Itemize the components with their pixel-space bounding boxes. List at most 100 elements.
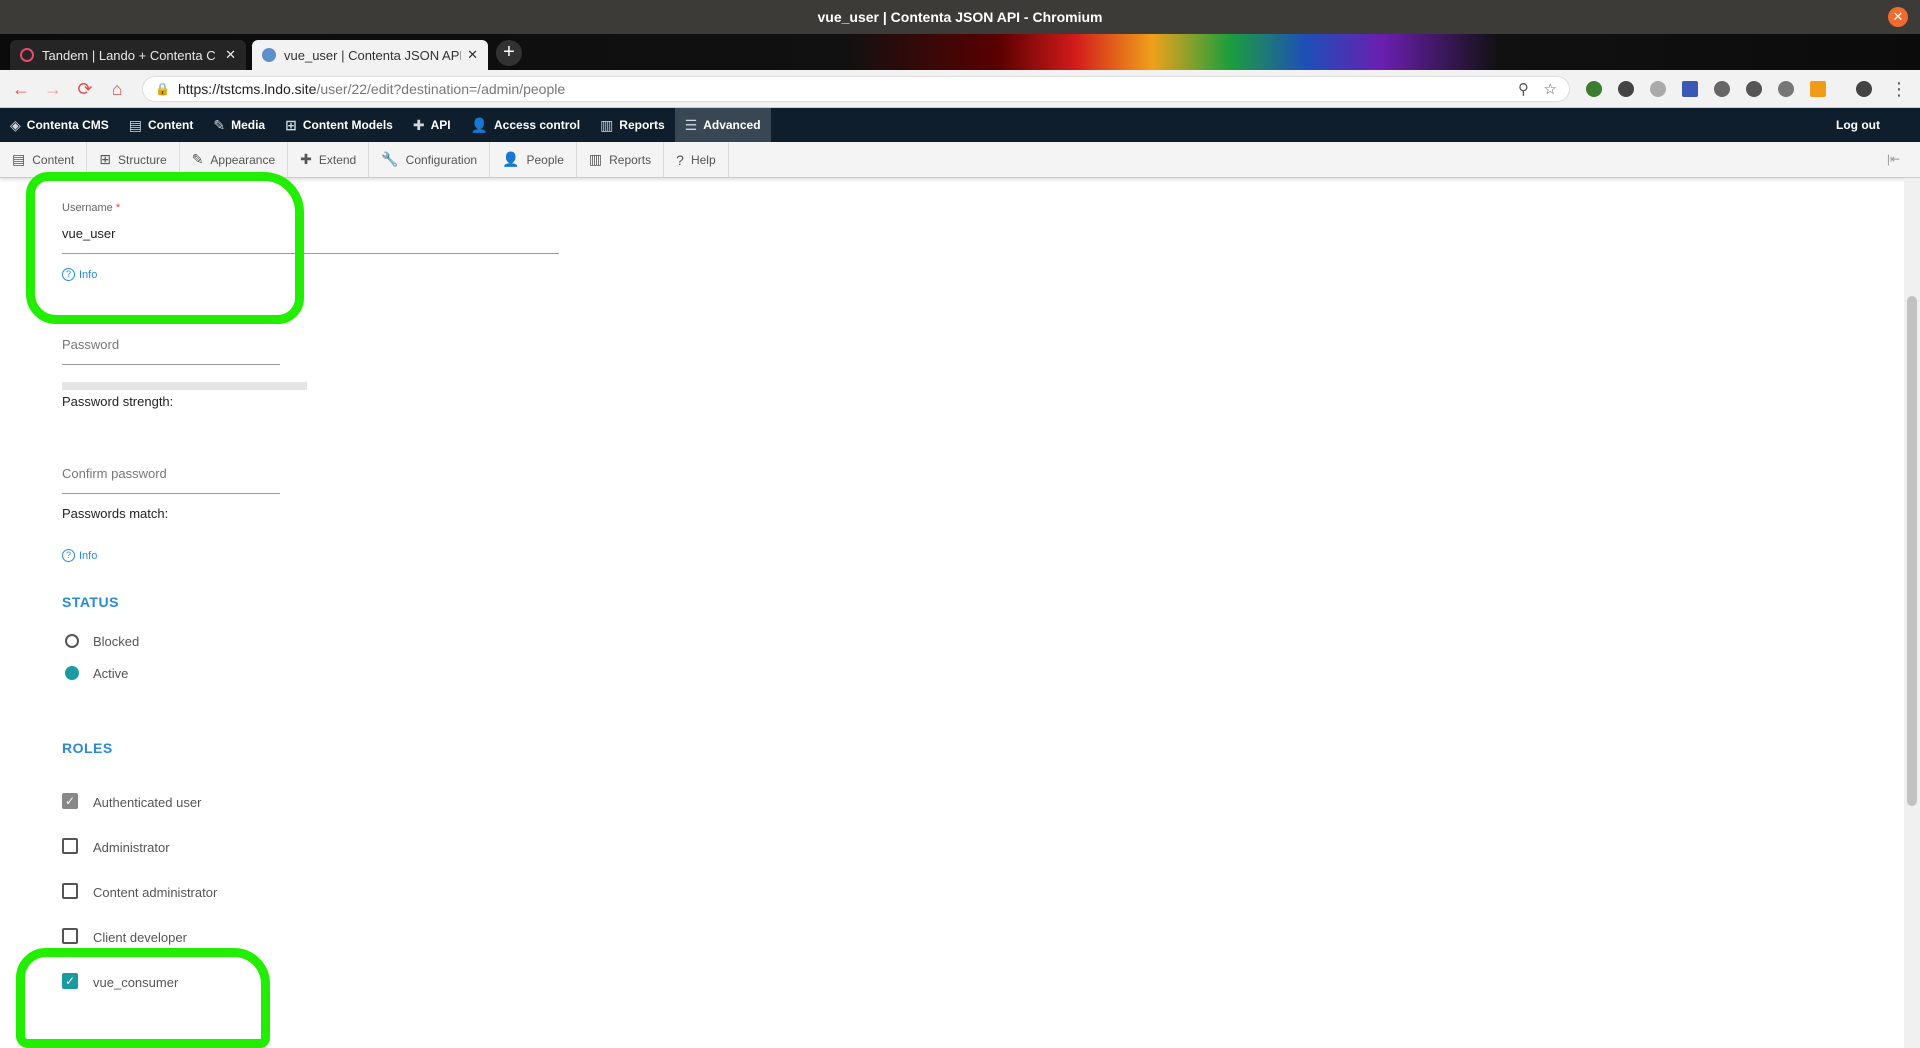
tab-tandem[interactable]: Tandem | Lando + Contenta C ✕ xyxy=(10,40,246,70)
toolbar-advanced[interactable]: ☰ Advanced xyxy=(674,108,771,142)
zoom-icon[interactable]: ⚲ xyxy=(1518,80,1529,98)
puzzle-icon: ✚ xyxy=(300,151,312,167)
tab-title: Tandem | Lando + Contenta C xyxy=(42,47,216,63)
home-icon[interactable]: ⌂ xyxy=(106,78,128,100)
sitemap-icon: ⊞ xyxy=(285,116,297,133)
extension-icon[interactable] xyxy=(1618,81,1634,97)
bar-chart-icon: ▥ xyxy=(588,151,603,167)
highlight-annotation xyxy=(16,948,270,1048)
tray-reports[interactable]: ▥ Reports xyxy=(577,142,665,177)
role-vue-consumer-checkbox[interactable]: ✓ xyxy=(62,973,78,989)
tray-label: Extend xyxy=(318,152,357,167)
bookmark-star-icon[interactable]: ☆ xyxy=(1544,80,1557,98)
extension-icon[interactable] xyxy=(1714,81,1730,97)
role-client-developer-label: Client developer xyxy=(93,930,187,945)
window-close-button[interactable]: ✕ xyxy=(1888,7,1908,27)
tray-label: Configuration xyxy=(405,152,478,167)
help-circle-icon: ? xyxy=(62,549,75,562)
wrench-icon: 🔧 xyxy=(381,151,399,167)
tray-content[interactable]: ▤ Content xyxy=(0,142,88,177)
brush-icon: ✎ xyxy=(191,151,204,167)
username-input[interactable]: vue_user xyxy=(62,226,115,241)
toolbar-content-models[interactable]: ⊞ Content Models xyxy=(275,108,403,142)
lock-icon: 🔒 xyxy=(155,82,170,96)
toolbar-content[interactable]: ▤ Content xyxy=(119,108,204,142)
sitemap-icon: ⊞ xyxy=(99,151,111,167)
tray-label: Help xyxy=(690,152,716,167)
tray-label: Structure xyxy=(118,152,167,167)
password-input[interactable]: Password xyxy=(62,337,119,352)
info-label: Info xyxy=(79,268,98,281)
role-administrator-label: Administrator xyxy=(93,840,170,855)
profile-avatar-icon[interactable] xyxy=(1856,81,1872,97)
extension-icon[interactable] xyxy=(1650,81,1666,97)
tray-structure[interactable]: ⊞ Structure xyxy=(87,142,180,177)
logout-link[interactable]: Log out xyxy=(1826,108,1890,142)
status-active-label: Active xyxy=(93,666,129,681)
tray-label: Content xyxy=(32,152,75,167)
confirm-password-input[interactable]: Confirm password xyxy=(62,466,167,481)
tab-close-icon[interactable]: ✕ xyxy=(467,47,478,63)
toolbar-media[interactable]: ✎ Media xyxy=(203,108,275,142)
logout-label: Log out xyxy=(1836,118,1880,132)
puzzle-icon: ✚ xyxy=(412,116,425,133)
url-input[interactable]: 🔒 https://tstcms.lndo.site /user/22/edit… xyxy=(142,76,1570,102)
window-titlebar: vue_user | Contenta JSON API - Chromium … xyxy=(0,0,1920,34)
tray-label: Appearance xyxy=(210,152,276,167)
toolbar-api[interactable]: ✚ API xyxy=(403,108,461,142)
extension-icon[interactable] xyxy=(1586,81,1602,97)
status-blocked-radio[interactable] xyxy=(65,634,79,648)
tray-appearance[interactable]: ✎ Appearance xyxy=(180,142,289,177)
password-strength-bar xyxy=(62,382,307,390)
extension-icon[interactable] xyxy=(1778,81,1794,97)
password-strength-label: Password strength: xyxy=(62,394,174,409)
browser-menu-icon[interactable]: ⋮ xyxy=(1888,78,1910,100)
tray-extend[interactable]: ✚ Extend xyxy=(288,142,370,177)
tray-help[interactable]: ? Help xyxy=(664,142,729,177)
help-icon: ? xyxy=(676,151,684,168)
status-active-radio[interactable] xyxy=(65,666,79,680)
page-scrollbar[interactable] xyxy=(1904,178,1920,1048)
address-bar: ← → ⟳ ⌂ 🔒 https://tstcms.lndo.site /user… xyxy=(0,70,1920,108)
role-content-administrator-checkbox[interactable] xyxy=(62,883,78,899)
file-icon: ▤ xyxy=(12,151,26,167)
tray-people[interactable]: 👤 People xyxy=(490,142,577,177)
role-client-developer-checkbox[interactable] xyxy=(62,928,78,944)
user-edit-form: Username * vue_user ? Info Password Pass… xyxy=(0,172,1904,1048)
extension-icon[interactable] xyxy=(1746,81,1762,97)
username-underline xyxy=(62,253,559,254)
user-icon: 👤 xyxy=(470,116,489,133)
info-label: Info xyxy=(79,549,98,562)
role-administrator-checkbox[interactable] xyxy=(62,838,78,854)
url-host: https://tstcms.lndo.site xyxy=(177,81,317,97)
toolbar-label: Advanced xyxy=(703,118,761,132)
new-tab-button[interactable]: + xyxy=(496,40,522,66)
toolbar-contenta-cms[interactable]: ◈ Contenta CMS xyxy=(0,108,119,142)
role-vue-consumer-label: vue_consumer xyxy=(93,975,179,990)
username-info-link[interactable]: ? Info xyxy=(62,268,97,281)
tray-collapse-icon[interactable]: |⇤ xyxy=(1887,152,1900,166)
toolbar-label: API xyxy=(430,118,451,132)
extension-icon[interactable] xyxy=(1682,81,1698,97)
drupal-favicon-icon xyxy=(262,48,276,62)
forward-arrow-icon[interactable]: → xyxy=(42,78,64,100)
reload-icon[interactable]: ⟳ xyxy=(74,78,96,100)
role-content-administrator-label: Content administrator xyxy=(93,885,218,900)
file-icon: ▤ xyxy=(128,116,143,133)
bar-chart-icon: ▥ xyxy=(600,116,614,133)
tray-label: People xyxy=(526,152,564,167)
scrollbar-thumb[interactable] xyxy=(1907,296,1917,806)
extension-icon[interactable] xyxy=(1810,81,1826,97)
toolbar-reports[interactable]: ▥ Reports xyxy=(590,108,675,142)
window-title: vue_user | Contenta JSON API - Chromium xyxy=(817,9,1103,25)
role-authenticated-checkbox[interactable]: ✓ xyxy=(62,793,78,809)
tray-configuration[interactable]: 🔧 Configuration xyxy=(369,142,491,177)
user-icon: 👤 xyxy=(502,151,520,167)
tab-close-icon[interactable]: ✕ xyxy=(225,47,236,63)
toolbar-access-control[interactable]: 👤 Access control xyxy=(461,108,590,142)
tab-vue-user[interactable]: vue_user | Contenta JSON API ✕ xyxy=(252,40,488,70)
url-path: /user/22/edit?destination=/admin/people xyxy=(316,81,566,97)
toolbar-label: Content xyxy=(148,118,194,132)
back-arrow-icon[interactable]: ← xyxy=(10,78,32,100)
password-info-link[interactable]: ? Info xyxy=(62,549,97,562)
